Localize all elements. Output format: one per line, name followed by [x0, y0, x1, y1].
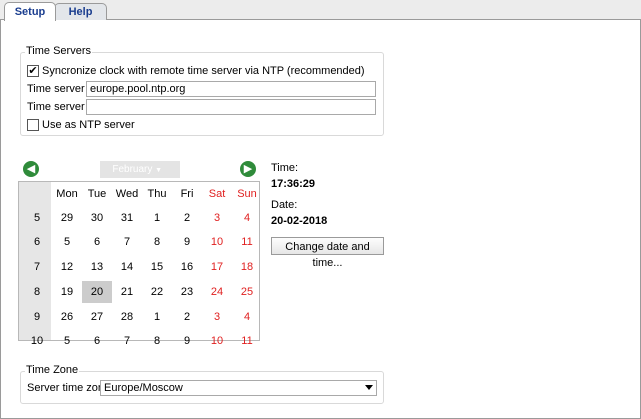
tab-help[interactable]: Help — [54, 3, 107, 20]
arrow-right-icon[interactable]: ▶ — [240, 161, 256, 177]
sync-ntp-checkbox[interactable]: ✔ — [27, 65, 39, 77]
tab-setup[interactable]: Setup — [4, 2, 56, 21]
week-number: 6 — [33, 236, 41, 248]
month-label: February — [112, 164, 153, 175]
dropdown-arrow-icon — [365, 385, 373, 390]
calendar-header: ◀ February ▼ 2018 ▶ — [18, 157, 260, 193]
calendar-day[interactable]: 4 — [232, 207, 262, 229]
calendar-day[interactable]: 8 — [142, 231, 172, 253]
calendar-day[interactable]: 15 — [142, 256, 172, 278]
calendar-day[interactable]: 20 — [82, 281, 112, 303]
calendar-day[interactable]: 28 — [112, 306, 142, 328]
day-name-wed: Wed — [115, 188, 139, 200]
month-year-selector[interactable]: February ▼ 2018 — [100, 161, 180, 193]
chevron-down-icon: ▼ — [155, 167, 163, 174]
calendar-day[interactable]: 2 — [172, 207, 202, 229]
calendar-day[interactable]: 30 — [82, 207, 112, 229]
calendar-day[interactable]: 11 — [232, 231, 262, 253]
day-name-mon: Mon — [56, 188, 78, 200]
calendar-day[interactable]: 26 — [52, 306, 82, 328]
week-number: 5 — [33, 212, 41, 224]
time-zone-title: Time Zone — [25, 364, 80, 376]
calendar-day[interactable]: 7 — [112, 231, 142, 253]
time-zone-select[interactable]: Europe/Moscow — [100, 380, 377, 396]
date-value: 20-02-2018 — [271, 215, 328, 227]
calendar-day[interactable]: 18 — [232, 256, 262, 278]
calendar-day[interactable]: 12 — [52, 256, 82, 278]
day-name-sat: Sat — [208, 188, 226, 200]
change-date-time-button[interactable]: Change date and time... — [271, 237, 384, 269]
calendar-day[interactable]: 8 — [142, 330, 172, 352]
calendar-day[interactable]: 5 — [52, 330, 82, 352]
day-name-sun: Sun — [237, 188, 257, 200]
date-label: Date: — [271, 199, 298, 211]
calendar-day[interactable]: 2 — [172, 306, 202, 328]
calendar: ◀ February ▼ 2018 ▶ MonTueWedThuFriSatSu… — [18, 157, 262, 347]
time-label: Time: — [271, 162, 299, 174]
sync-ntp-label: Syncronize clock with remote time server… — [42, 65, 365, 77]
calendar-day[interactable]: 22 — [142, 281, 172, 303]
calendar-day[interactable]: 17 — [202, 256, 232, 278]
calendar-day[interactable]: 1 — [142, 207, 172, 229]
calendar-day[interactable]: 24 — [202, 281, 232, 303]
calendar-day[interactable]: 4 — [232, 306, 262, 328]
calendar-day[interactable]: 27 — [82, 306, 112, 328]
calendar-day[interactable]: 5 — [52, 231, 82, 253]
calendar-day[interactable]: 6 — [82, 231, 112, 253]
calendar-grid: Mon Tue Wed Thu Fri Sat Sun 5 29 30 31 1 2 3 4 6 5 6 7 8 9 10… — [18, 181, 262, 347]
calendar-day[interactable]: 9 — [172, 330, 202, 352]
week-number: 10 — [30, 335, 44, 347]
use-as-ntp-server-label: Use as NTP server — [42, 119, 135, 131]
calendar-day[interactable]: 7 — [112, 330, 142, 352]
time-servers-title: Time Servers — [25, 45, 92, 57]
time-server-2-input[interactable] — [86, 99, 376, 115]
day-name-fri: Fri — [180, 188, 194, 200]
calendar-day[interactable]: 23 — [172, 281, 202, 303]
calendar-day[interactable]: 31 — [112, 207, 142, 229]
calendar-day[interactable]: 19 — [52, 281, 82, 303]
calendar-day[interactable]: 6 — [82, 330, 112, 352]
week-number: 9 — [33, 311, 41, 323]
calendar-day[interactable]: 29 — [52, 207, 82, 229]
use-as-ntp-server-checkbox[interactable] — [27, 119, 39, 131]
tab-bar: Help Setup — [0, 0, 641, 21]
day-name-thu: Thu — [147, 188, 167, 200]
calendar-day[interactable]: 16 — [172, 256, 202, 278]
arrow-left-icon[interactable]: ◀ — [23, 161, 39, 177]
calendar-day[interactable]: 11 — [232, 330, 262, 352]
week-number: 7 — [33, 261, 41, 273]
calendar-day[interactable]: 13 — [82, 256, 112, 278]
week-number: 8 — [33, 286, 41, 298]
calendar-day[interactable]: 3 — [202, 306, 232, 328]
time-zone-value: Europe/Moscow — [104, 382, 183, 394]
calendar-day[interactable]: 10 — [202, 231, 232, 253]
checkmark-icon: ✔ — [28, 65, 38, 77]
calendar-day[interactable]: 21 — [112, 281, 142, 303]
calendar-day[interactable]: 9 — [172, 231, 202, 253]
calendar-day[interactable]: 3 — [202, 207, 232, 229]
time-value: 17:36:29 — [271, 178, 316, 190]
calendar-day[interactable]: 25 — [232, 281, 262, 303]
time-server-1-input[interactable]: europe.pool.ntp.org — [86, 81, 376, 97]
calendar-day[interactable]: 14 — [112, 256, 142, 278]
day-name-tue: Tue — [87, 188, 107, 200]
calendar-day[interactable]: 1 — [142, 306, 172, 328]
calendar-day[interactable]: 10 — [202, 330, 232, 352]
